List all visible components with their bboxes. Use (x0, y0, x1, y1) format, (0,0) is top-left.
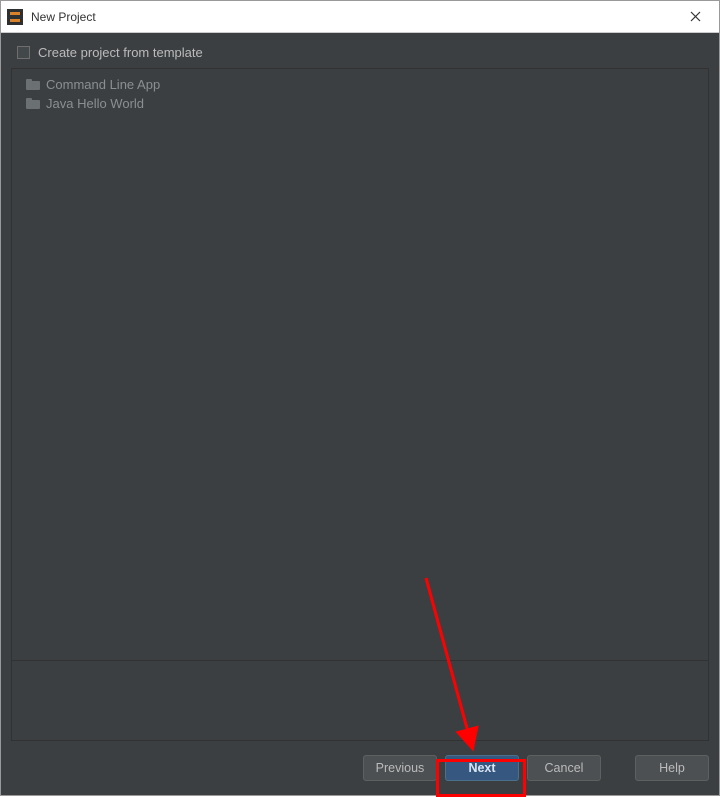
folder-icon (26, 79, 40, 90)
create-from-template-checkbox[interactable] (17, 46, 30, 59)
template-list: Command Line App Java Hello World (11, 68, 709, 661)
cancel-button[interactable]: Cancel (527, 755, 601, 781)
app-icon (7, 9, 23, 25)
titlebar: New Project (1, 1, 719, 33)
window-title: New Project (31, 10, 673, 24)
help-button[interactable]: Help (635, 755, 709, 781)
window: New Project Create project from template… (0, 0, 720, 796)
template-item-command-line-app[interactable]: Command Line App (18, 75, 702, 94)
next-button[interactable]: Next (445, 755, 519, 781)
close-icon (690, 11, 701, 22)
template-item-label: Java Hello World (46, 96, 144, 111)
create-from-template-label: Create project from template (38, 45, 203, 60)
create-from-template-row: Create project from template (11, 43, 709, 68)
window-close-button[interactable] (673, 2, 717, 32)
previous-button[interactable]: Previous (363, 755, 437, 781)
description-panel (11, 661, 709, 741)
dialog-content: Create project from template Command Lin… (1, 33, 719, 795)
template-item-label: Command Line App (46, 77, 160, 92)
template-item-java-hello-world[interactable]: Java Hello World (18, 94, 702, 113)
folder-icon (26, 98, 40, 109)
button-row: Previous Next Cancel Help (11, 741, 709, 781)
